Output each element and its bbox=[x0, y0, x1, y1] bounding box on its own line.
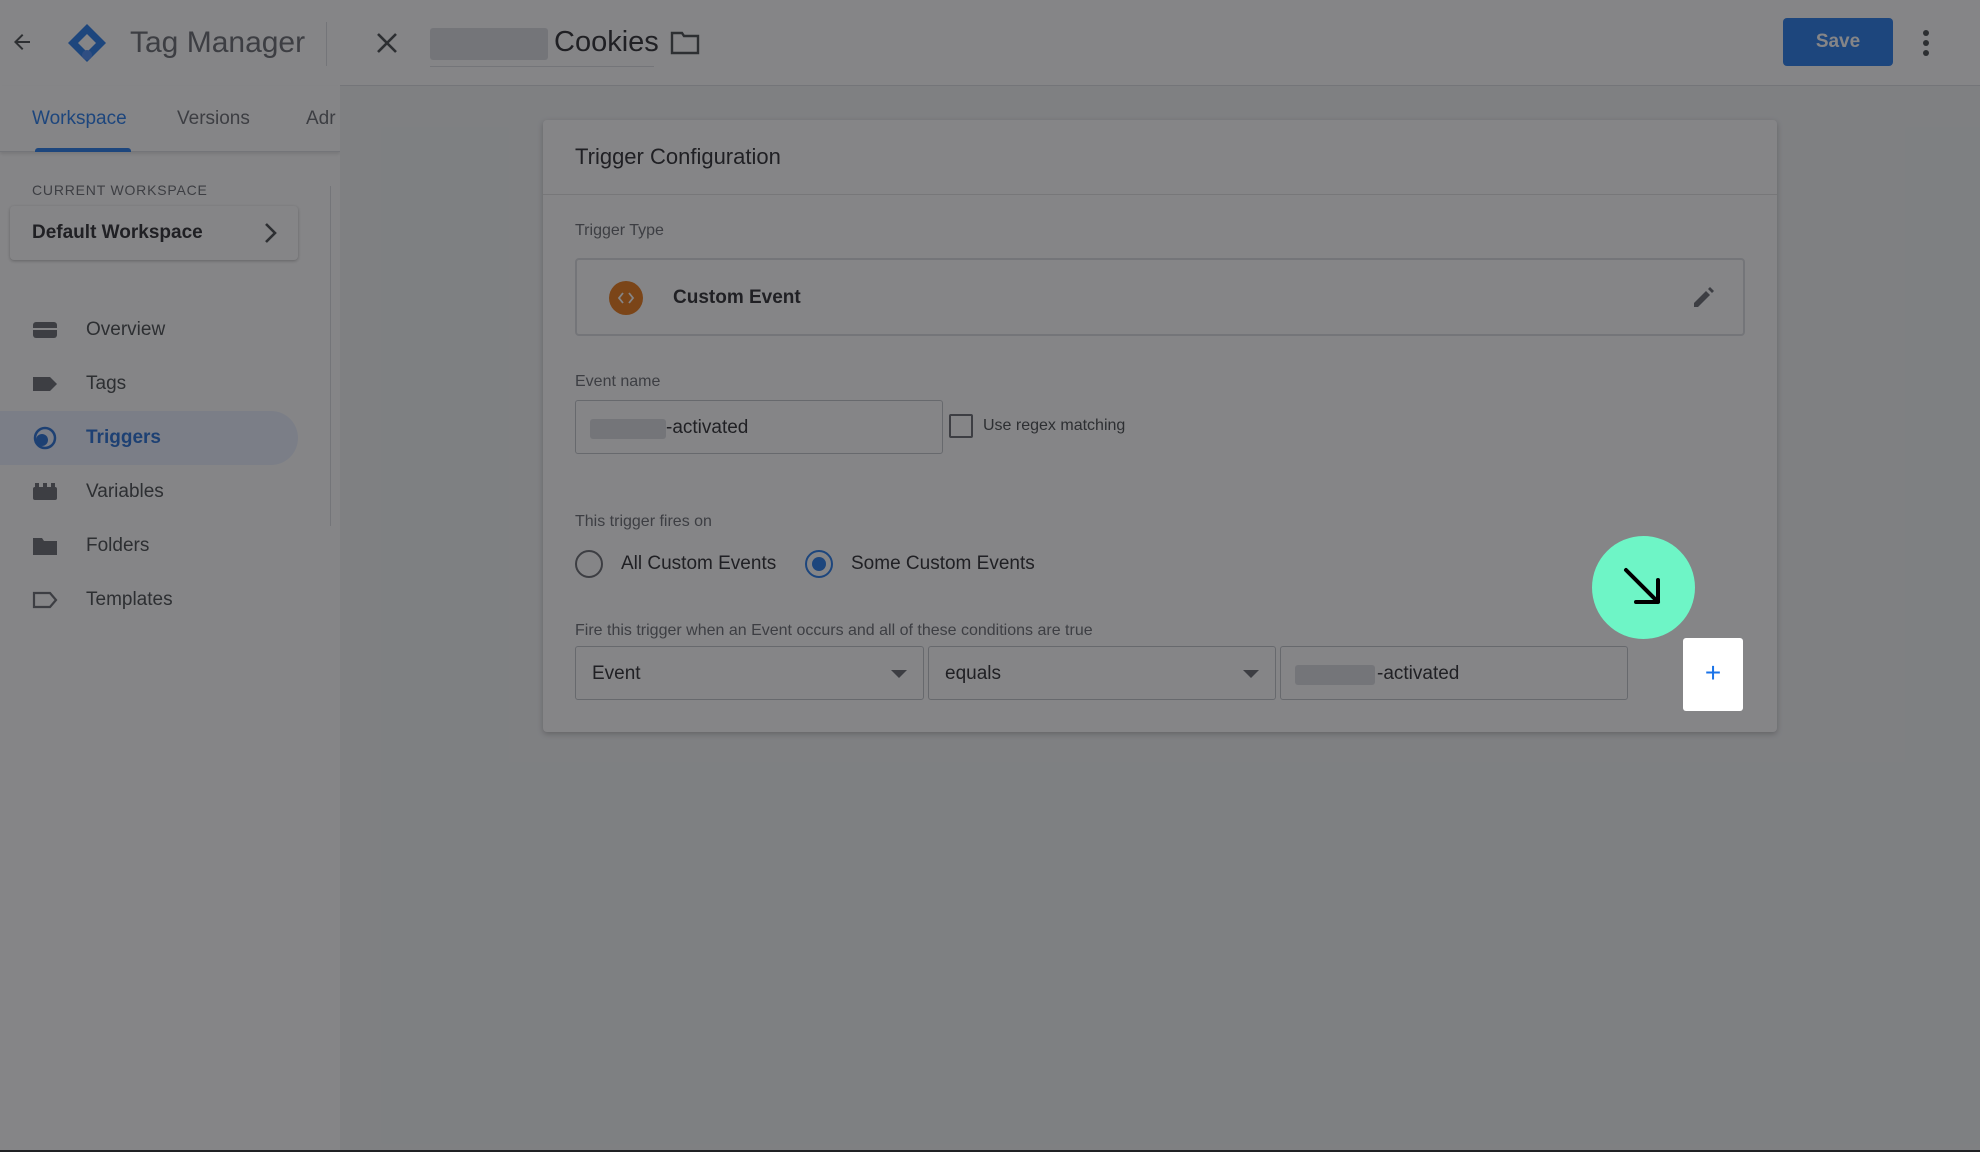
app-title: Tag Manager bbox=[130, 26, 306, 59]
panel-edge bbox=[330, 186, 340, 526]
tag-manager-logo-icon bbox=[68, 24, 106, 62]
back-arrow-icon[interactable] bbox=[10, 30, 34, 54]
select-value: Event bbox=[592, 663, 641, 684]
custom-event-icon bbox=[609, 281, 643, 315]
sidebar-item-label: Triggers bbox=[86, 427, 161, 448]
redacted-text bbox=[590, 419, 666, 439]
dropdown-arrow-icon bbox=[1243, 670, 1259, 678]
sidebar-item-templates[interactable]: Templates bbox=[0, 573, 298, 627]
tab-workspace[interactable]: Workspace bbox=[32, 108, 127, 130]
trigger-editor: Cookies Save Trigger Configuration Trigg… bbox=[340, 0, 1980, 1152]
event-name-input[interactable]: -activated bbox=[575, 400, 943, 454]
radio-selected-dot bbox=[812, 557, 826, 571]
sidebar-item-folders[interactable]: Folders bbox=[0, 519, 298, 573]
arrow-down-right-icon bbox=[1624, 568, 1660, 604]
event-name-value: -activated bbox=[666, 417, 749, 438]
radio-all-custom-events[interactable] bbox=[575, 550, 603, 578]
cursor-highlight bbox=[1592, 536, 1695, 639]
trigger-configuration-card: Trigger Configuration Trigger Type Custo… bbox=[543, 120, 1777, 732]
sidebar-item-tags[interactable]: Tags bbox=[0, 357, 298, 411]
trigger-type-name: Custom Event bbox=[673, 287, 801, 308]
folder-icon[interactable] bbox=[670, 30, 700, 56]
regex-checkbox-label: Use regex matching bbox=[983, 417, 1126, 434]
sidebar-item-label: Tags bbox=[86, 373, 127, 394]
sidebar-item-overview[interactable]: Overview bbox=[0, 303, 298, 357]
radio-label: Some Custom Events bbox=[851, 553, 1035, 574]
overview-icon bbox=[33, 322, 57, 338]
sidebar-item-label: Overview bbox=[86, 319, 166, 340]
workspace-selector[interactable]: Default Workspace bbox=[10, 206, 298, 260]
condition-value: -activated bbox=[1377, 663, 1460, 684]
close-icon[interactable] bbox=[374, 30, 400, 56]
variables-icon bbox=[33, 483, 57, 500]
divider bbox=[543, 194, 1777, 195]
editor-header: Cookies Save bbox=[340, 0, 1980, 86]
card-title: Trigger Configuration bbox=[575, 144, 781, 169]
active-tab-indicator bbox=[35, 148, 131, 152]
condition-operator-select[interactable]: equals bbox=[928, 646, 1276, 700]
sidebar: Tag Manager Workspace Versions Adr CURRE… bbox=[0, 0, 340, 1152]
sidebar-item-label: Variables bbox=[86, 481, 164, 502]
sidebar-item-label: Folders bbox=[86, 535, 150, 556]
add-condition-button[interactable]: + bbox=[1683, 638, 1743, 711]
workspace-tabs: Workspace Versions Adr bbox=[0, 86, 340, 152]
divider bbox=[326, 22, 327, 66]
sidebar-item-label: Templates bbox=[86, 589, 173, 610]
dropdown-arrow-icon bbox=[891, 670, 907, 678]
tag-icon bbox=[33, 377, 57, 391]
radio-some-custom-events[interactable] bbox=[805, 550, 833, 578]
sidebar-item-triggers[interactable]: Triggers bbox=[0, 411, 298, 465]
title-underline bbox=[430, 66, 654, 67]
regex-checkbox[interactable] bbox=[949, 414, 973, 438]
chevron-right-icon bbox=[265, 223, 277, 243]
select-value: equals bbox=[945, 663, 1001, 684]
condition-variable-select[interactable]: Event bbox=[575, 646, 924, 700]
condition-value-input[interactable]: -activated bbox=[1280, 646, 1628, 700]
save-button[interactable]: Save bbox=[1783, 18, 1893, 66]
redacted-text bbox=[430, 28, 548, 60]
sidebar-item-variables[interactable]: Variables bbox=[0, 465, 298, 519]
edit-pencil-icon[interactable] bbox=[1691, 284, 1717, 310]
trigger-name[interactable]: Cookies bbox=[554, 26, 659, 59]
template-icon bbox=[32, 591, 58, 609]
event-name-label: Event name bbox=[575, 373, 661, 390]
current-workspace-label: CURRENT WORKSPACE bbox=[32, 182, 208, 198]
conditions-label: Fire this trigger when an Event occurs a… bbox=[575, 622, 1093, 639]
trigger-type-selector[interactable]: Custom Event bbox=[575, 258, 1745, 336]
more-vert-icon[interactable] bbox=[1920, 28, 1932, 58]
trigger-type-label: Trigger Type bbox=[575, 222, 664, 239]
trigger-icon bbox=[33, 426, 57, 450]
tab-admin[interactable]: Adr bbox=[306, 108, 336, 130]
workspace-name: Default Workspace bbox=[32, 222, 203, 243]
radio-label: All Custom Events bbox=[621, 553, 777, 574]
app-topbar: Tag Manager bbox=[0, 0, 340, 86]
folder-icon bbox=[33, 538, 57, 555]
redacted-text bbox=[1295, 665, 1375, 685]
tab-versions[interactable]: Versions bbox=[177, 108, 250, 130]
fires-on-label: This trigger fires on bbox=[575, 513, 712, 530]
